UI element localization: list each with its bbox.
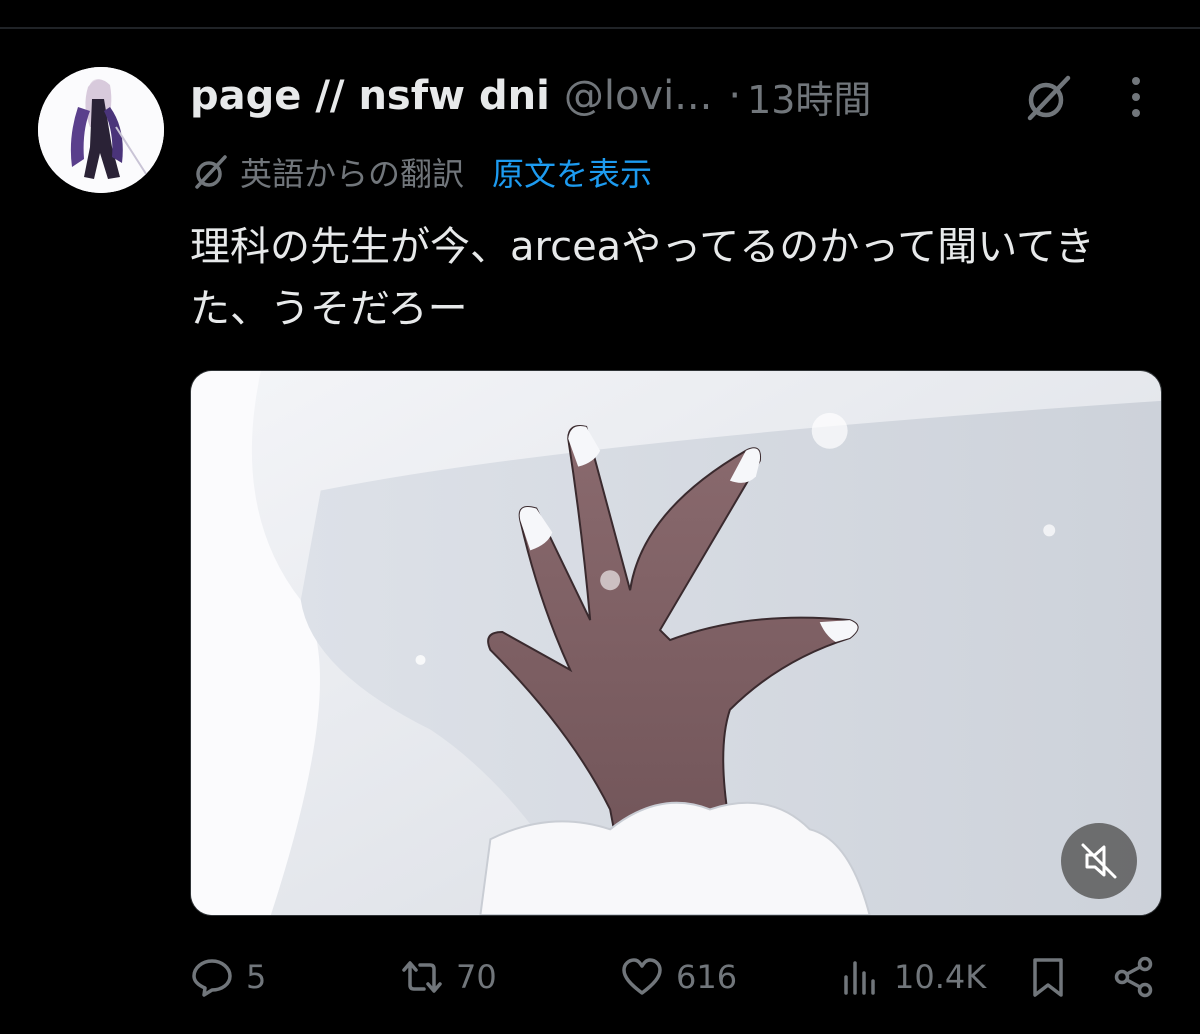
top-divider [0,27,1200,29]
display-name[interactable]: page // nsfw dni [190,73,550,119]
separator-dot: · [728,73,742,119]
video-player[interactable] [190,370,1162,916]
share-icon [1114,956,1153,998]
user-handle[interactable]: @lovi... [564,73,713,119]
show-original-link[interactable]: 原文を表示 [492,149,652,195]
avatar[interactable] [38,67,164,193]
heart-icon [622,958,662,995]
grok-translate-icon [195,155,227,189]
bookmark-icon [1033,958,1063,997]
video-frame [191,371,1161,915]
speaker-muted-icon [1081,843,1117,879]
tweet-header: page // nsfw dni @lovi... · 13時間 [190,66,980,126]
bookmark-button[interactable] [1026,948,1070,1006]
retweet-button[interactable]: 70 [400,948,497,1006]
like-count: 616 [676,958,738,996]
reply-button[interactable]: 5 [190,948,266,1006]
share-button[interactable] [1112,948,1156,1006]
more-dots-icon[interactable] [1126,74,1146,120]
reply-count: 5 [246,958,267,996]
avatar-image [38,67,164,193]
action-bar: 5 70 616 10.4K [190,948,1165,1006]
views-button[interactable]: 10.4K [838,948,986,1006]
translation-row: 英語からの翻訳 原文を表示 [190,146,652,198]
retweet-count: 70 [456,958,497,996]
views-count: 10.4K [894,958,987,996]
mute-button[interactable] [1061,823,1137,899]
reply-icon [192,959,232,997]
retweet-icon [402,961,442,993]
timestamp[interactable]: 13時間 [747,69,871,124]
translation-label: 英語からの翻訳 [240,155,465,193]
like-button[interactable]: 616 [620,948,737,1006]
tweet-text: 理科の先生が今、arceaやってるのかって聞いてきた、うそだろー [190,224,1095,332]
views-icon [844,961,875,995]
grok-icon[interactable] [1022,72,1074,124]
